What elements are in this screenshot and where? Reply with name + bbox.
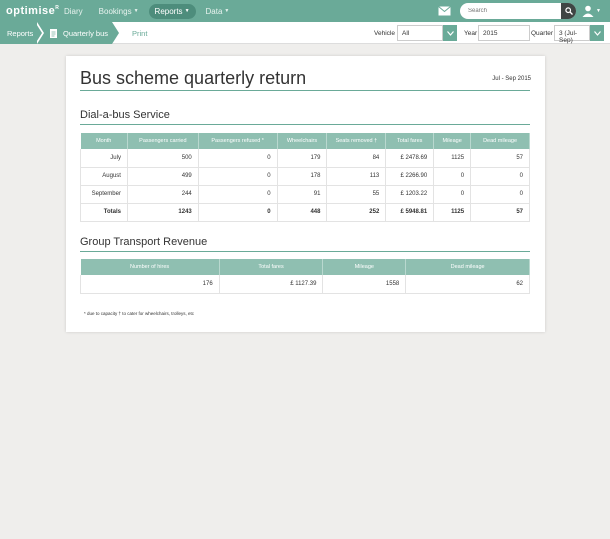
table-cell: 0: [198, 167, 278, 186]
table-cell: £ 1203.22: [385, 185, 435, 204]
table-cell: £ 5948.81: [385, 202, 435, 222]
column-header: Mileage: [322, 259, 407, 275]
user-icon: [582, 5, 594, 17]
nav-reports[interactable]: Reports ▼: [148, 3, 196, 19]
table-cell: £ 1127.39: [219, 275, 324, 294]
dial-table: Month Passengers carried Passengers refu…: [80, 133, 530, 222]
table-cell: £ 2266.90: [385, 167, 435, 186]
search-button[interactable]: [561, 3, 576, 19]
column-header: Seats removed †: [326, 133, 387, 149]
column-header: Total fares: [219, 259, 324, 275]
table-cell: 0: [470, 167, 530, 186]
dial-section-title: Dial-a-bus Service: [80, 109, 170, 121]
caret-down-icon: ▼: [224, 8, 230, 14]
app-logo[interactable]: optimiseR: [6, 5, 59, 17]
year-label: Year: [464, 30, 478, 37]
group-table: Number of hires Total fares Mileage Dead…: [80, 259, 530, 294]
document-icon: [50, 28, 57, 38]
table-cell: Totals: [80, 202, 128, 222]
group-section-title: Group Transport Revenue: [80, 236, 208, 248]
table-cell: 1125: [433, 149, 472, 168]
table-cell: August: [80, 167, 128, 186]
top-nav: optimiseR Diary Bookings ▼ Reports ▼ Data ▼…: [0, 0, 610, 22]
column-header: Month: [80, 133, 128, 149]
quarter-select[interactable]: 3 (Jul-Sep): [554, 25, 590, 44]
report-title: Bus scheme quarterly return: [80, 68, 307, 88]
table-cell: 57: [470, 202, 530, 222]
user-menu[interactable]: ▼: [582, 3, 604, 19]
column-header: Dead mileage: [470, 133, 530, 149]
table-cell: 1125: [433, 202, 472, 222]
table-cell: 499: [127, 167, 199, 186]
mail-icon[interactable]: [438, 6, 451, 16]
caret-down-icon: ▼: [596, 8, 601, 14]
table-cell: 62: [405, 275, 530, 294]
table-cell: 84: [326, 149, 387, 168]
table-cell: 178: [277, 167, 328, 186]
nav-bookings[interactable]: Bookings ▼: [93, 4, 145, 19]
table-row: July 500 0 179 84 £ 2478.69 1125 57: [80, 149, 530, 168]
divider: [80, 251, 530, 252]
table-cell: 179: [277, 149, 328, 168]
table-cell: 91: [277, 185, 328, 204]
table-row: 176 £ 1127.39 1558 62: [80, 275, 530, 294]
table-cell: July: [80, 149, 128, 168]
year-input[interactable]: 2015: [478, 25, 530, 41]
table-cell: 244: [127, 185, 199, 204]
vehicle-select[interactable]: All: [397, 25, 443, 41]
chevron-down-icon: [446, 30, 454, 36]
divider: [80, 124, 530, 125]
column-header: Passengers refused *: [198, 133, 278, 149]
table-cell: 113: [326, 167, 387, 186]
chevron-down-icon: [593, 30, 601, 36]
table-cell: 0: [470, 185, 530, 204]
table-cell: 57: [470, 149, 530, 168]
column-header: Passengers carried: [127, 133, 199, 149]
table-cell: £ 2478.69: [385, 149, 435, 168]
footnote: * due to capacity † to cater for wheelch…: [84, 311, 195, 316]
totals-row: Totals 1243 0 448 252 £ 5948.81 1125 57: [80, 202, 530, 222]
search-icon: [564, 7, 573, 15]
table-header-row: Month Passengers carried Passengers refu…: [80, 133, 530, 149]
column-header: Wheelchairs: [277, 133, 328, 149]
quarter-label: Quarter: [531, 30, 554, 37]
table-cell: 1558: [322, 275, 407, 294]
column-header: Mileage: [433, 133, 472, 149]
breadcrumb-quarterly-bus[interactable]: Quarterly bus: [42, 22, 112, 44]
caret-down-icon: ▼: [184, 8, 190, 14]
search-input[interactable]: [460, 3, 576, 19]
table-cell: 1243: [127, 202, 199, 222]
vehicle-label: Vehicle: [374, 30, 395, 37]
quarter-dropdown-button[interactable]: [590, 25, 604, 41]
table-cell: September: [80, 185, 128, 204]
breadcrumb-separator: [112, 22, 119, 44]
table-header-row: Number of hires Total fares Mileage Dead…: [80, 259, 530, 275]
report-period: Jul - Sep 2015: [492, 76, 531, 82]
table-cell: 448: [277, 202, 328, 222]
table-cell: 55: [326, 185, 387, 204]
vehicle-dropdown-button[interactable]: [443, 25, 457, 41]
table-row: September 244 0 91 55 £ 1203.22 0 0: [80, 185, 530, 204]
nav-diary[interactable]: Diary: [58, 4, 89, 19]
column-header: Total fares: [385, 133, 435, 149]
table-cell: 176: [80, 275, 220, 294]
table-cell: 0: [433, 185, 472, 204]
divider: [80, 90, 530, 91]
table-cell: 500: [127, 149, 199, 168]
column-header: Dead mileage: [405, 259, 530, 275]
breadcrumb-bar: Reports Quarterly bus Print Vehicle All …: [0, 22, 610, 44]
table-cell: 0: [198, 202, 278, 222]
breadcrumb-separator: [35, 22, 42, 44]
report-card: Bus scheme quarterly return Jul - Sep 20…: [66, 56, 545, 332]
table-cell: 0: [433, 167, 472, 186]
column-header: Number of hires: [80, 259, 220, 275]
table-row: August 499 0 178 113 £ 2266.90 0 0: [80, 167, 530, 186]
table-cell: 252: [326, 202, 387, 222]
table-cell: 0: [198, 185, 278, 204]
table-cell: 0: [198, 149, 278, 168]
caret-down-icon: ▼: [133, 8, 139, 14]
nav-data[interactable]: Data ▼: [200, 4, 236, 19]
print-link[interactable]: Print: [132, 29, 147, 38]
